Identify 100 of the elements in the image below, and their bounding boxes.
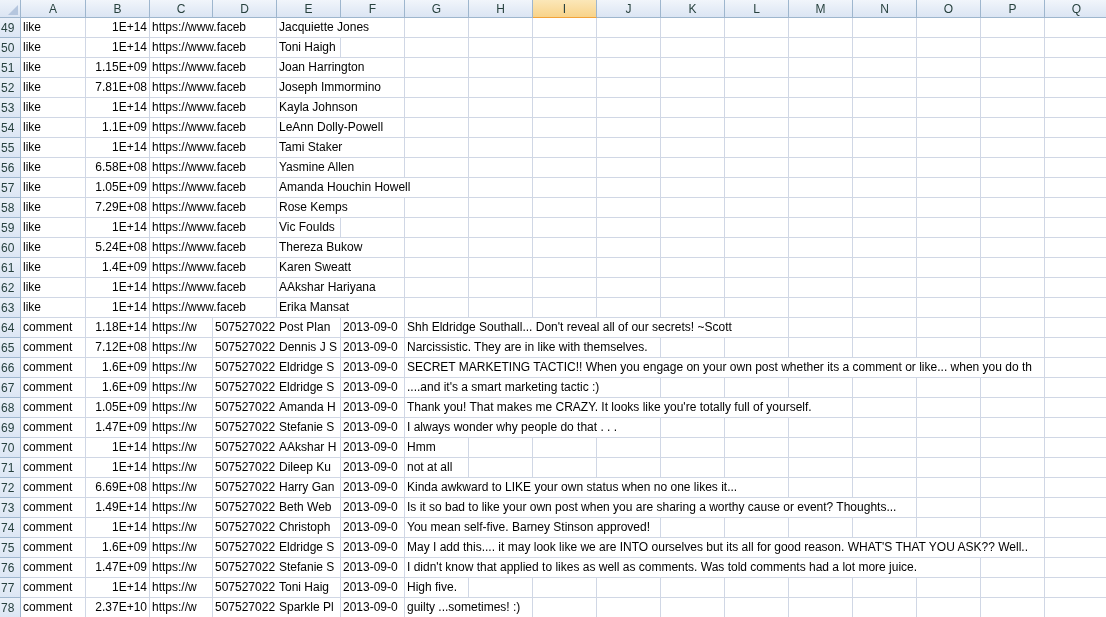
table-cell: 507527022 xyxy=(213,598,278,617)
table-cell: Is it so bad to like your own post when you are sharing a worthy cause or event? Thoughts... xyxy=(405,498,899,517)
table-cell: https://www.faceb xyxy=(150,58,249,77)
table-cell: 507527022 xyxy=(213,398,278,417)
table-cell: https://www.faceb xyxy=(150,218,249,237)
table-cell: 507527022 xyxy=(213,438,278,457)
column-header[interactable]: D xyxy=(213,0,277,18)
row-header[interactable]: 65 xyxy=(0,338,21,358)
row-header[interactable]: 50 xyxy=(0,38,21,58)
column-header[interactable]: H xyxy=(469,0,533,18)
column-header[interactable]: F xyxy=(341,0,405,18)
table-cell: https://www.faceb xyxy=(150,198,249,217)
table-cell: 507527022 xyxy=(213,418,278,437)
table-cell: Narcissistic. They are in like with themselves. xyxy=(405,338,650,357)
row-header[interactable]: 69 xyxy=(0,418,21,438)
table-cell: 507527022 xyxy=(213,338,278,357)
row-header[interactable]: 77 xyxy=(0,578,21,598)
table-cell: Kayla Johnson xyxy=(277,98,360,117)
row-header[interactable]: 72 xyxy=(0,478,21,498)
table-cell: 507527022 xyxy=(213,558,278,577)
column-header[interactable]: B xyxy=(86,0,150,18)
column-header[interactable]: P xyxy=(981,0,1045,18)
row-header[interactable]: 49 xyxy=(0,18,21,38)
table-cell: Rose Kemps xyxy=(277,198,350,217)
column-header[interactable]: M xyxy=(789,0,853,18)
table-cell: 507527022 xyxy=(213,478,278,497)
table-cell: https://www.faceb xyxy=(150,158,249,177)
row-header[interactable]: 53 xyxy=(0,98,21,118)
row-header[interactable]: 58 xyxy=(0,198,21,218)
table-cell: Thank you! That makes me CRAZY. It looks like you're totally full of yourself. xyxy=(405,398,814,417)
table-cell: Karen Sweatt xyxy=(277,258,354,277)
column-header[interactable]: O xyxy=(917,0,981,18)
row-header[interactable]: 56 xyxy=(0,158,21,178)
column-header[interactable]: J xyxy=(597,0,661,18)
table-cell: 507527022 xyxy=(213,458,278,477)
row-header[interactable]: 52 xyxy=(0,78,21,98)
row-header[interactable]: 66 xyxy=(0,358,21,378)
table-cell: Yasmine Allen xyxy=(277,158,357,177)
table-cell: https://www.faceb xyxy=(150,178,249,197)
table-cell: https://www.faceb xyxy=(150,258,249,277)
table-cell: https://www.faceb xyxy=(150,98,249,117)
row-header[interactable]: 57 xyxy=(0,178,21,198)
row-header[interactable]: 76 xyxy=(0,558,21,578)
table-cell: 507527022 xyxy=(213,538,278,557)
column-header[interactable]: A xyxy=(21,0,86,18)
table-cell: ....and it's a smart marketing tactic :) xyxy=(405,378,602,397)
table-cell: SECRET MARKETING TACTIC!! When you engage on your own post whether its a comment or like... when you do th xyxy=(405,358,1034,377)
row-header[interactable]: 59 xyxy=(0,218,21,238)
column-header[interactable]: E xyxy=(277,0,341,18)
table-cell: https://www.faceb xyxy=(150,38,249,57)
table-cell: Erika Mansat xyxy=(277,298,352,317)
table-cell: AAkshar Hariyana xyxy=(277,278,378,297)
column-header[interactable]: L xyxy=(725,0,789,18)
column-header[interactable]: C xyxy=(150,0,213,18)
table-cell: https://www.faceb xyxy=(150,138,249,157)
row-header[interactable]: 51 xyxy=(0,58,21,78)
column-header[interactable]: G xyxy=(405,0,469,18)
table-cell: Joseph Immormino xyxy=(277,78,384,97)
table-cell: 507527022 xyxy=(213,378,278,397)
table-cell: https://www.faceb xyxy=(150,78,249,97)
table-cell: https://www.faceb xyxy=(150,278,249,297)
table-cell: 507527022 xyxy=(213,518,278,537)
row-header[interactable]: 55 xyxy=(0,138,21,158)
row-header[interactable]: 63 xyxy=(0,298,21,318)
table-cell: I didn't know that applied to likes as well as comments. Was told comments had a lot more juice. xyxy=(405,558,920,577)
row-header[interactable]: 70 xyxy=(0,438,21,458)
table-cell: https://www.faceb xyxy=(150,18,249,37)
column-header[interactable]: N xyxy=(853,0,917,18)
row-header[interactable]: 71 xyxy=(0,458,21,478)
row-header[interactable]: 68 xyxy=(0,398,21,418)
table-cell: 507527022 xyxy=(213,318,278,337)
row-header[interactable]: 73 xyxy=(0,498,21,518)
table-cell: Tami Staker xyxy=(277,138,345,157)
table-cell: Joan Harrington xyxy=(277,58,367,77)
table-cell: 507527022 xyxy=(213,578,278,597)
table-cell: Jacquiette Jones xyxy=(277,18,372,37)
select-all-icon[interactable] xyxy=(8,5,18,15)
table-cell: Thereza Bukow xyxy=(277,238,365,257)
column-header[interactable]: K xyxy=(661,0,725,18)
row-header[interactable]: 64 xyxy=(0,318,21,338)
row-header[interactable]: 61 xyxy=(0,258,21,278)
row-header[interactable]: 62 xyxy=(0,278,21,298)
table-cell: Amanda Houchin Howell xyxy=(277,178,413,197)
table-cell: https://www.faceb xyxy=(150,118,249,137)
table-cell: https://www.faceb xyxy=(150,238,249,257)
row-header[interactable]: 60 xyxy=(0,238,21,258)
row-header[interactable]: 74 xyxy=(0,518,21,538)
row-header[interactable]: 54 xyxy=(0,118,21,138)
row-header[interactable]: 67 xyxy=(0,378,21,398)
table-cell: LeAnn Dolly-Powell xyxy=(277,118,386,137)
column-header[interactable]: Q xyxy=(1045,0,1106,18)
row-header[interactable]: 75 xyxy=(0,538,21,558)
column-header[interactable]: I xyxy=(533,0,597,18)
table-cell: 507527022 xyxy=(213,498,278,517)
row-header[interactable]: 78 xyxy=(0,598,21,617)
table-cell: 507527022 xyxy=(213,358,278,377)
table-cell: https://www.faceb xyxy=(150,298,249,317)
table-cell: Shh Eldridge Southall... Don't reveal all of our secrets! ~Scott xyxy=(405,318,734,337)
table-cell: May I add this.... it may look like we are INTO ourselves but its all for good reason. WHAT'S THAT YOU ASK?? Well.. xyxy=(405,538,1030,557)
table-cell: guilty ...sometimes! :) xyxy=(405,598,523,617)
